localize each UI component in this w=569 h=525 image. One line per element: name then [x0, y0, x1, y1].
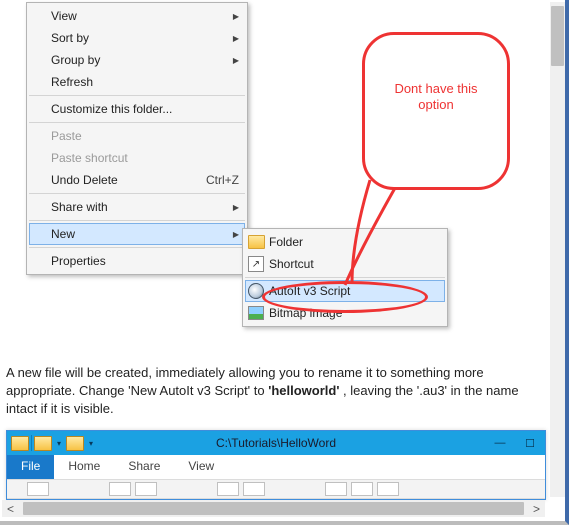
bitmap-icon: [247, 305, 265, 321]
menu-separator: [29, 95, 245, 96]
divider: [31, 435, 32, 451]
vertical-scrollbar[interactable]: [550, 2, 565, 497]
submenu-arrow-icon: ▶: [233, 12, 239, 21]
menu-separator: [29, 122, 245, 123]
menu-customize-folder[interactable]: Customize this folder...: [29, 98, 245, 120]
submenu-arrow-icon: ▶: [233, 56, 239, 65]
explorer-ribbon: [7, 480, 545, 499]
submenu-separator: [245, 277, 445, 278]
menu-label: Refresh: [51, 75, 93, 89]
menu-label: New: [51, 227, 75, 241]
callout-text: Dont have this option: [394, 81, 477, 112]
callout-line1: Dont have this: [394, 81, 477, 97]
instruction-paragraph: A new file will be created, immediately …: [6, 364, 545, 419]
body-text-bold: 'helloworld': [268, 383, 339, 398]
maximize-button[interactable]: ☐: [515, 432, 545, 454]
vertical-scrollbar-thumb[interactable]: [551, 6, 564, 66]
menu-paste: Paste: [29, 125, 245, 147]
folder-icon: [247, 234, 265, 250]
menu-label: Paste: [51, 129, 82, 143]
menu-label: Share with: [51, 200, 108, 214]
chevron-down-icon[interactable]: ▾: [54, 439, 64, 448]
tab-file[interactable]: File: [7, 455, 54, 479]
ribbon-button[interactable]: [351, 482, 373, 496]
menu-share-with[interactable]: Share with ▶: [29, 196, 245, 218]
ribbon-button[interactable]: [27, 482, 49, 496]
submenu-label: Bitmap image: [269, 306, 342, 320]
scroll-right-button[interactable]: >: [528, 500, 545, 517]
tab-view[interactable]: View: [174, 455, 228, 479]
tab-share[interactable]: Share: [114, 455, 174, 479]
horizontal-scrollbar-thumb[interactable]: [23, 502, 524, 515]
menu-label: View: [51, 9, 77, 23]
menu-label: Sort by: [51, 31, 89, 45]
submenu-label: Shortcut: [269, 257, 314, 271]
submenu-autoit-script[interactable]: AutoIt v3 Script: [245, 280, 445, 302]
folder-icon[interactable]: [34, 436, 52, 451]
ribbon-button[interactable]: [109, 482, 131, 496]
menu-sort-by[interactable]: Sort by ▶: [29, 27, 245, 49]
menu-refresh[interactable]: Refresh: [29, 71, 245, 93]
submenu-bitmap-image[interactable]: Bitmap image: [245, 302, 445, 324]
qataccess-dropdown-icon[interactable]: ▾: [86, 439, 96, 448]
submenu-folder[interactable]: Folder: [245, 231, 445, 253]
explorer-titlebar[interactable]: ▾ ▾ C:\Tutorials\HelloWord — ☐: [7, 431, 545, 455]
menu-label: Customize this folder...: [51, 102, 172, 116]
ribbon-button[interactable]: [325, 482, 347, 496]
horizontal-scrollbar-track[interactable]: [19, 500, 528, 517]
folder-icon[interactable]: [66, 436, 84, 451]
shortcut-icon: [247, 256, 265, 272]
menu-separator: [29, 247, 245, 248]
new-submenu: Folder Shortcut AutoIt v3 Script Bitmap …: [242, 228, 448, 327]
menu-shortcut: Ctrl+Z: [206, 173, 239, 187]
menu-view[interactable]: View ▶: [29, 5, 245, 27]
menu-group-by[interactable]: Group by ▶: [29, 49, 245, 71]
scroll-left-button[interactable]: <: [2, 500, 19, 517]
submenu-arrow-icon: ▶: [233, 203, 239, 212]
horizontal-scrollbar[interactable]: < >: [2, 500, 545, 517]
submenu-label: AutoIt v3 Script: [269, 284, 350, 298]
menu-separator: [29, 220, 245, 221]
autoit-icon: [247, 283, 265, 299]
ribbon-button[interactable]: [217, 482, 239, 496]
menu-new[interactable]: New ▶: [29, 223, 245, 245]
submenu-arrow-icon: ▶: [233, 230, 239, 239]
callout-line2: option: [418, 97, 453, 113]
explorer-ribbon-tabs: File Home Share View: [7, 455, 545, 480]
menu-label: Group by: [51, 53, 100, 67]
menu-properties[interactable]: Properties: [29, 250, 245, 272]
submenu-shortcut[interactable]: Shortcut: [245, 253, 445, 275]
menu-separator: [29, 193, 245, 194]
explorer-title-path: C:\Tutorials\HelloWord: [216, 436, 336, 450]
folder-icon: [11, 436, 29, 451]
submenu-label: Folder: [269, 235, 303, 249]
ribbon-button[interactable]: [377, 482, 399, 496]
ribbon-button[interactable]: [243, 482, 265, 496]
menu-label: Properties: [51, 254, 106, 268]
menu-label: Paste shortcut: [51, 151, 128, 165]
explorer-window: ▾ ▾ C:\Tutorials\HelloWord — ☐ File Home…: [6, 430, 546, 500]
context-menu: View ▶ Sort by ▶ Group by ▶ Refresh Cust…: [26, 2, 248, 275]
menu-undo-delete[interactable]: Undo Delete Ctrl+Z: [29, 169, 245, 191]
menu-paste-shortcut: Paste shortcut: [29, 147, 245, 169]
menu-label: Undo Delete: [51, 173, 118, 187]
tab-home[interactable]: Home: [54, 455, 114, 479]
ribbon-button[interactable]: [135, 482, 157, 496]
minimize-button[interactable]: —: [485, 432, 515, 454]
submenu-arrow-icon: ▶: [233, 34, 239, 43]
callout-annotation: Dont have this option: [362, 32, 510, 190]
